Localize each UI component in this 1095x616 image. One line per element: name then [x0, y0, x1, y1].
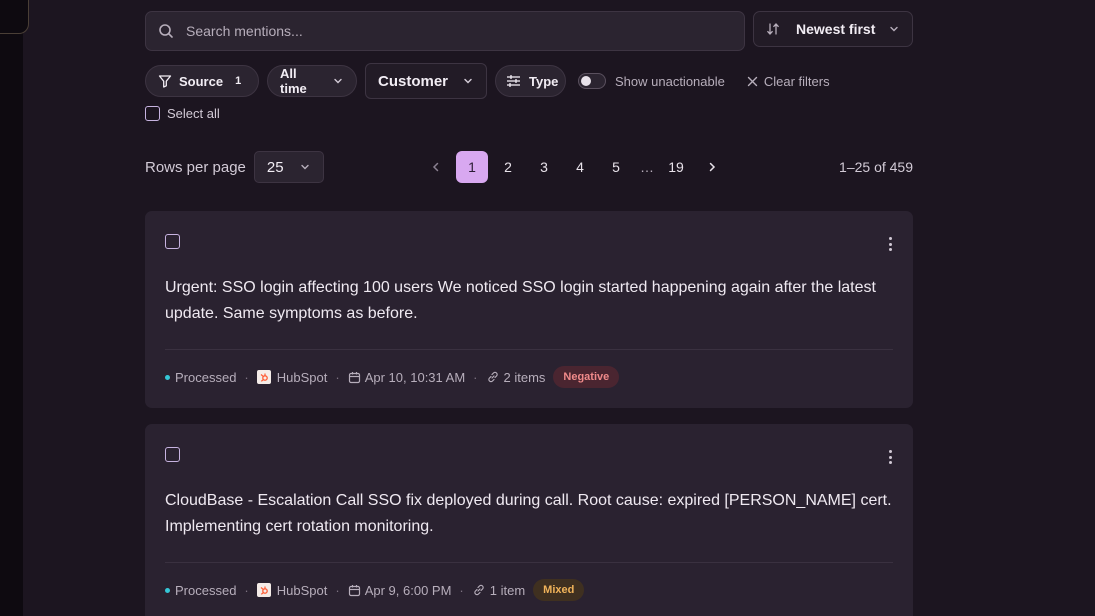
date-label: Apr 9, 6:00 PM [364, 582, 452, 598]
chevron-down-icon [299, 161, 311, 173]
select-all-label: Select all [167, 106, 220, 121]
chevron-down-icon [332, 75, 344, 87]
divider [165, 562, 893, 563]
chevron-down-icon [462, 75, 474, 87]
chevron-right-icon [709, 162, 716, 172]
date-label: Apr 10, 10:31 AM [364, 369, 466, 385]
search-input[interactable] [186, 23, 726, 39]
search-bar[interactable] [145, 11, 745, 51]
time-filter-label: All time [280, 66, 307, 96]
source-label: HubSpot [276, 582, 328, 598]
page-1-button[interactable]: 1 [456, 151, 488, 183]
sort-label: Newest first [796, 21, 876, 37]
page-ellipsis: … [640, 159, 654, 175]
page-4-button[interactable]: 4 [564, 151, 596, 183]
page-3-button[interactable]: 3 [528, 151, 560, 183]
sliders-icon [506, 74, 521, 88]
sentiment-badge: Mixed [533, 579, 585, 601]
select-all-checkbox[interactable] [145, 106, 160, 121]
sidebar-panel-edge [0, 0, 29, 34]
close-icon [747, 76, 758, 87]
linked-items-label: 1 item [489, 582, 526, 598]
mention-card[interactable]: CloudBase - Escalation Call SSO fix depl… [145, 424, 913, 616]
clear-filters-button[interactable]: Clear filters [747, 74, 830, 89]
clear-filters-label: Clear filters [763, 73, 830, 89]
separator: · [473, 369, 478, 385]
chevron-left-icon [432, 162, 439, 172]
source-label: HubSpot [276, 369, 328, 385]
type-filter-chip[interactable]: Type [495, 65, 566, 97]
prev-page-button[interactable] [420, 151, 452, 183]
page-2-button[interactable]: 2 [492, 151, 524, 183]
source-filter-count: 1 [235, 75, 242, 87]
source-filter-chip[interactable]: Source 1 [145, 65, 259, 97]
sort-dropdown[interactable]: Newest first [753, 11, 913, 47]
next-page-button[interactable] [696, 151, 728, 183]
mention-meta: Processed · HubSpot · Apr 10, 10:31 AM ·… [165, 366, 620, 388]
separator: · [244, 369, 249, 385]
pagination: 1 2 3 4 5 … 19 [420, 151, 732, 183]
rows-per-page-select[interactable]: 25 [253, 151, 324, 183]
divider [165, 349, 893, 350]
chevron-down-icon [888, 23, 900, 35]
mention-text: CloudBase - Escalation Call SSO fix depl… [165, 492, 892, 535]
app-sidebar [0, 0, 23, 616]
calendar-icon [348, 371, 361, 384]
sort-icon [766, 22, 780, 36]
type-filter-label: Type [529, 73, 559, 89]
show-unactionable-control: Show unactionable [578, 73, 725, 89]
more-options-icon[interactable] [887, 237, 893, 251]
more-options-icon[interactable] [887, 450, 893, 464]
separator: · [459, 582, 464, 598]
status-label: Processed [175, 582, 237, 598]
show-unactionable-toggle[interactable] [578, 73, 606, 89]
page-19-button[interactable]: 19 [660, 151, 692, 183]
funnel-icon [158, 74, 172, 88]
calendar-icon [348, 584, 361, 597]
source-filter-label: Source [179, 73, 224, 89]
mention-meta: Processed · HubSpot · Apr 9, 6:00 PM · 1… [165, 579, 585, 601]
customer-select[interactable]: Customer [365, 63, 487, 99]
rows-per-page-value: 25 [266, 158, 284, 176]
hubspot-logo-icon [256, 583, 271, 597]
page-5-button[interactable]: 5 [600, 151, 632, 183]
mention-checkbox[interactable] [165, 447, 180, 462]
rows-per-page: Rows per page 25 [145, 151, 324, 183]
separator: · [335, 582, 340, 598]
select-all: Select all [145, 106, 220, 121]
time-filter-chip[interactable]: All time [267, 65, 357, 97]
status-label: Processed [175, 369, 237, 385]
separator: · [335, 369, 340, 385]
sentiment-badge: Negative [553, 366, 620, 388]
linked-items-label: 2 items [503, 369, 546, 385]
mention-checkbox[interactable] [165, 234, 180, 249]
hubspot-logo-icon [256, 370, 271, 384]
customer-select-label: Customer [378, 72, 449, 90]
pagination-range: 1–25 of 459 [839, 159, 913, 175]
filter-bar: Source 1 All time Customer Type Show una… [145, 63, 830, 99]
status-dot-icon [165, 374, 170, 380]
separator: · [244, 582, 249, 598]
rows-per-page-label: Rows per page [145, 158, 246, 176]
search-icon [158, 23, 174, 39]
link-icon [472, 583, 486, 597]
status-dot-icon [165, 587, 170, 593]
link-icon [486, 370, 500, 384]
toggle-knob [581, 76, 591, 86]
show-unactionable-label: Show unactionable [615, 73, 725, 89]
mention-card[interactable]: Urgent: SSO login affecting 100 users We… [145, 211, 913, 408]
mention-text: Urgent: SSO login affecting 100 users We… [165, 279, 876, 322]
